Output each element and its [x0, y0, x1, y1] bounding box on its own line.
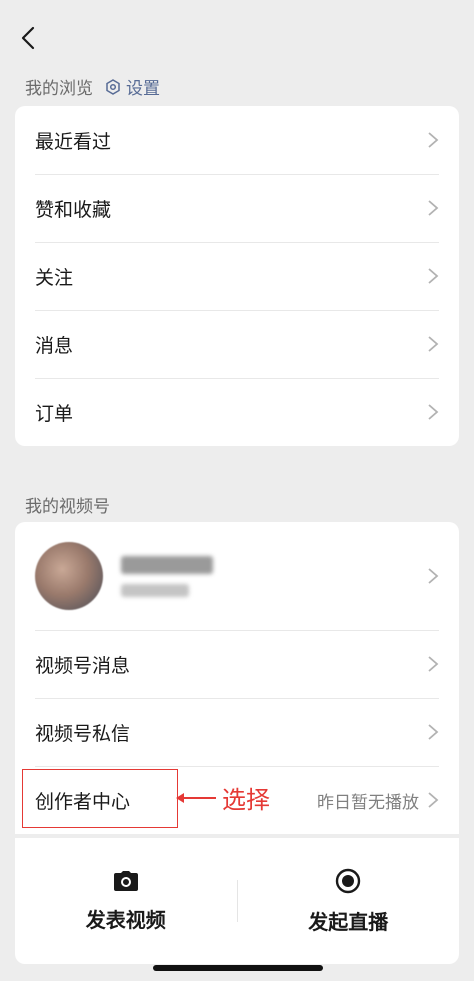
chevron-right-icon [428, 724, 439, 740]
list-item-channel-messages[interactable]: 视频号消息 [15, 630, 459, 698]
list-item-label: 消息 [35, 334, 74, 357]
chevron-right-icon [428, 792, 439, 808]
list-item-label: 赞和收藏 [35, 198, 112, 221]
publish-video-button[interactable]: 发表视频 [15, 870, 237, 933]
channel-profile-row[interactable] [15, 522, 459, 630]
list-item-label: 视频号私信 [35, 722, 131, 745]
list-item-likes-favorites[interactable]: 赞和收藏 [15, 174, 459, 242]
browse-card: 最近看过 赞和收藏 关注 消息 订单 [15, 106, 459, 446]
list-item-messages[interactable]: 消息 [15, 310, 459, 378]
creator-center-hint: 昨日暂无播放 [317, 792, 419, 813]
blurred-channel-subtitle [121, 583, 189, 597]
list-item-label: 视频号消息 [35, 654, 131, 677]
settings-label: 设置 [126, 79, 160, 99]
avatar [35, 542, 103, 610]
chevron-right-icon [428, 132, 439, 148]
chevron-right-icon [428, 268, 439, 284]
annotation-arrow [176, 792, 216, 803]
publish-video-label: 发表视频 [85, 907, 166, 932]
bottom-actions: 发表视频 发起直播 [15, 838, 459, 964]
annotation-highlight-box [22, 769, 178, 828]
camera-icon [113, 870, 138, 891]
list-item-label: 订单 [35, 402, 74, 425]
channels-section-title: 我的视频号 [25, 497, 110, 517]
settings-icon [106, 78, 120, 95]
list-item-channel-private-messages[interactable]: 视频号私信 [15, 698, 459, 766]
channels-section-header: 我的视频号 [25, 492, 110, 517]
chevron-right-icon [428, 568, 439, 584]
back-button[interactable] [14, 24, 42, 52]
live-record-icon [336, 868, 361, 893]
chevron-right-icon [428, 656, 439, 672]
blurred-channel-name [121, 555, 213, 574]
home-indicator[interactable] [153, 965, 323, 971]
chevron-right-icon [428, 200, 439, 216]
annotation-callout: 选择 [176, 780, 270, 815]
list-item-recently-viewed[interactable]: 最近看过 [15, 106, 459, 174]
chevron-left-icon [21, 26, 35, 50]
list-item-following[interactable]: 关注 [15, 242, 459, 310]
chevron-right-icon [428, 404, 439, 420]
browse-section-title: 我的浏览 [25, 79, 93, 99]
browse-section-header: 我的浏览 设置 [25, 74, 160, 99]
start-live-button[interactable]: 发起直播 [238, 868, 460, 935]
settings-link[interactable]: 设置 [105, 74, 160, 99]
annotation-text: 选择 [222, 786, 270, 814]
list-item-label: 关注 [35, 266, 74, 289]
list-item-orders[interactable]: 订单 [15, 378, 459, 446]
start-live-label: 发起直播 [308, 909, 389, 934]
list-item-label: 最近看过 [35, 130, 112, 153]
chevron-right-icon [428, 336, 439, 352]
